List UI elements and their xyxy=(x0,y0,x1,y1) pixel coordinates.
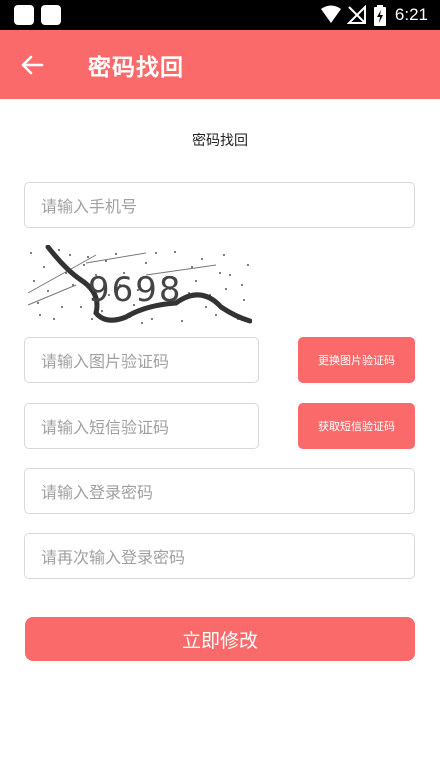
submit-button[interactable]: 立即修改 xyxy=(25,617,415,661)
get-sms-code-button[interactable]: 获取短信验证码 xyxy=(298,403,415,449)
wifi-icon xyxy=(321,5,341,23)
sms-code-input[interactable]: 请输入短信验证码 xyxy=(24,403,259,449)
captcha-text: 9698 xyxy=(88,270,183,310)
back-button[interactable] xyxy=(14,48,50,82)
confirm-password-input[interactable]: 请再次输入登录密码 xyxy=(24,533,415,579)
confirm-password-placeholder: 请再次输入登录密码 xyxy=(41,548,186,567)
image-code-input[interactable]: 请输入图片验证码 xyxy=(24,337,259,383)
image-code-placeholder: 请输入图片验证码 xyxy=(41,352,170,371)
clock: 6:21 xyxy=(394,5,428,24)
captcha-image[interactable]: 9698 xyxy=(26,245,252,325)
phone-input-placeholder: 请输入手机号 xyxy=(41,197,138,216)
get-sms-code-label: 获取短信验证码 xyxy=(318,420,395,433)
notification-icon xyxy=(41,5,61,25)
sms-code-placeholder: 请输入短信验证码 xyxy=(41,418,170,437)
arrow-left-icon xyxy=(21,55,44,75)
app-bar: 密码找回 xyxy=(0,30,440,99)
password-input[interactable]: 请输入登录密码 xyxy=(24,468,415,514)
password-placeholder: 请输入登录密码 xyxy=(41,483,154,502)
status-bar: 6:21 xyxy=(0,0,440,30)
refresh-captcha-button[interactable]: 更换图片验证码 xyxy=(298,337,415,383)
phone-input[interactable]: 请输入手机号 xyxy=(24,182,415,228)
page-title: 密码找回 xyxy=(192,133,248,149)
app-title: 密码找回 xyxy=(88,55,184,81)
no-signal-icon xyxy=(347,5,366,24)
notification-icon xyxy=(14,5,34,25)
battery-charging-icon xyxy=(374,5,386,26)
refresh-captcha-label: 更换图片验证码 xyxy=(318,354,395,367)
submit-label: 立即修改 xyxy=(181,629,258,652)
